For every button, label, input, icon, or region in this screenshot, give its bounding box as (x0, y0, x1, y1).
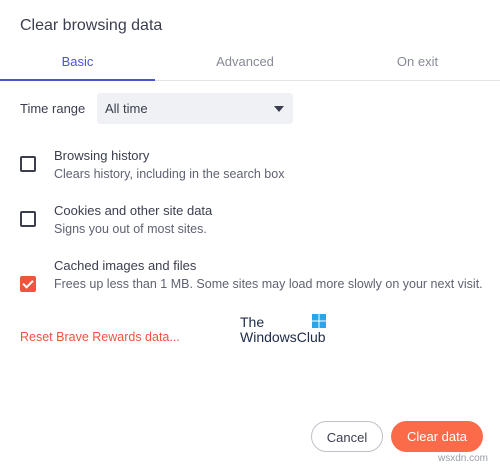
tab-basic[interactable]: Basic (0, 44, 155, 80)
option-title: Browsing history (54, 148, 150, 163)
clear-browsing-data-dialog: Clear browsing data Basic Advanced On ex… (0, 0, 500, 468)
site-watermark: wsxdn.com (438, 453, 489, 464)
dropdown-caret-icon (274, 106, 284, 112)
cached-images-checkbox[interactable] (20, 276, 36, 292)
watermark-line1: The (240, 314, 265, 330)
option-title: Cached images and files (54, 258, 197, 273)
browsing-history-checkbox[interactable] (20, 156, 36, 172)
tab-on-exit[interactable]: On exit (335, 44, 500, 80)
tab-advanced[interactable]: Advanced (155, 44, 335, 80)
dialog-title: Clear browsing data (20, 17, 163, 34)
time-range-label: Time range (20, 101, 86, 116)
cancel-button[interactable]: Cancel (311, 421, 383, 452)
option-description: Signs you out of most sites. (54, 222, 207, 236)
option-description: Frees up less than 1 MB. Some sites may … (54, 277, 483, 291)
time-range-value: All time (105, 101, 148, 116)
reset-rewards-link[interactable]: Reset Brave Rewards data... (20, 330, 180, 344)
watermark-line2: WindowsClub (240, 329, 326, 345)
option-description: Clears history, including in the search … (54, 167, 285, 181)
time-range-select[interactable]: All time (97, 93, 293, 124)
cookies-checkbox[interactable] (20, 211, 36, 227)
thewindowsclub-watermark: The WindowsClub (240, 314, 340, 346)
clear-data-button[interactable]: Clear data (391, 421, 483, 452)
tab-bar: Basic Advanced On exit (0, 44, 500, 81)
active-tab-indicator (0, 79, 155, 81)
checkmark-icon (22, 277, 34, 289)
windows-logo-icon (312, 314, 326, 328)
option-title: Cookies and other site data (54, 203, 213, 218)
